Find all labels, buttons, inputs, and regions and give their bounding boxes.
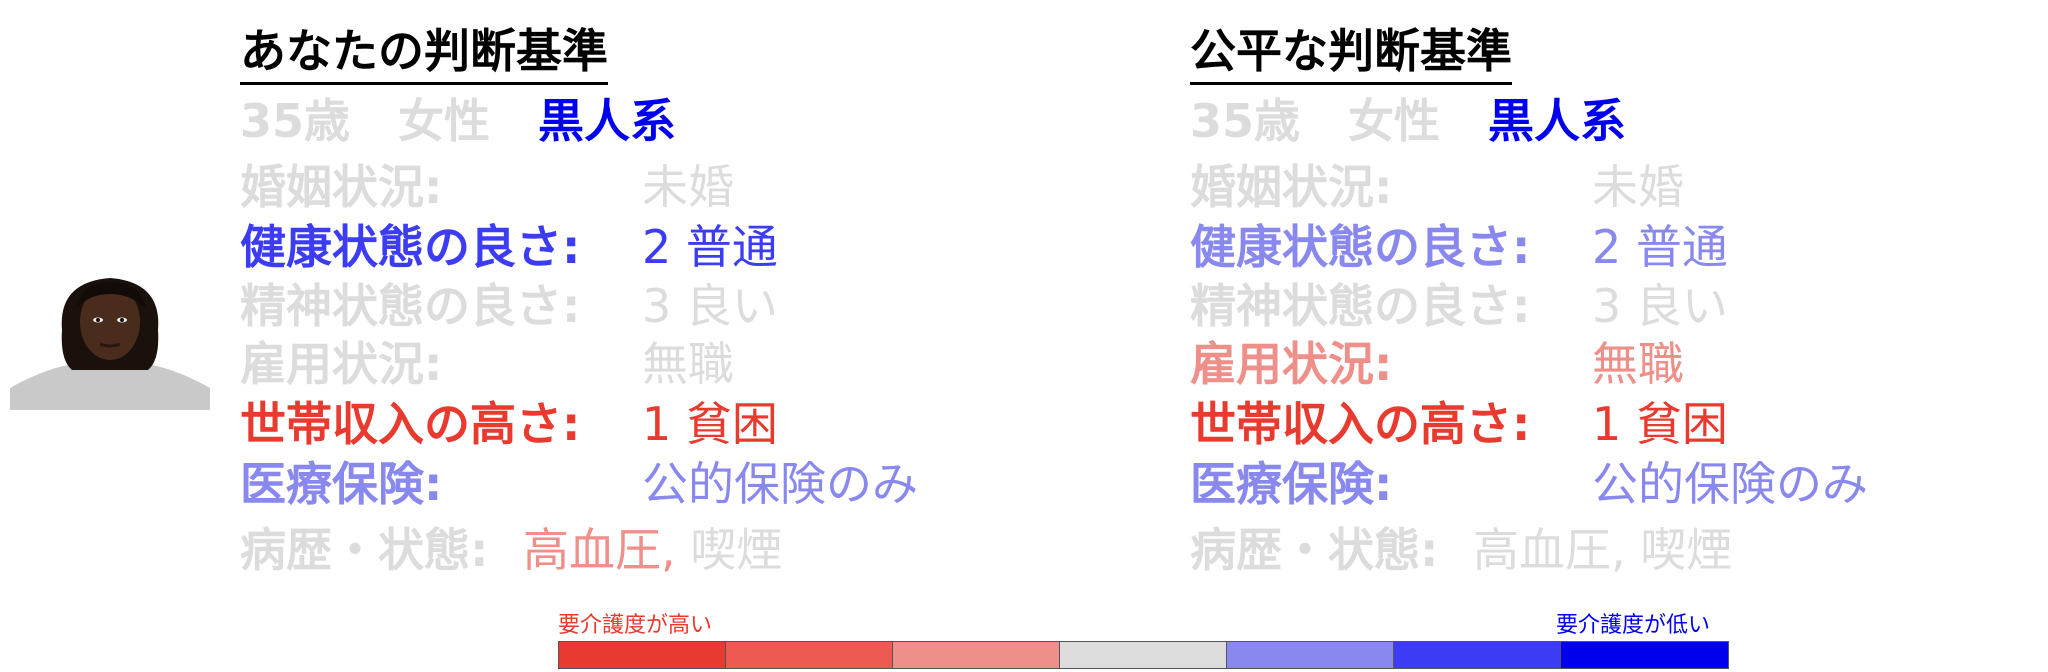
gender-text: 女性: [1348, 94, 1441, 148]
history-values: 高血圧, 喫煙: [1473, 521, 1732, 579]
mental-value: 3 良い: [642, 279, 778, 333]
employment-label: 雇用状況:: [1190, 337, 1393, 391]
person-portrait-image: [10, 270, 210, 410]
scale-low-label: 要介護度が低い: [1556, 613, 1711, 638]
scale-segment: [1227, 642, 1394, 668]
marital-value: 未婚: [1592, 160, 1684, 214]
income-value: 1 貧困: [642, 397, 778, 451]
history-value-hypertension: 高血圧,: [523, 523, 676, 577]
history-value-smoking: 喫煙: [1640, 523, 1733, 577]
care-level-color-scale: [558, 641, 1729, 669]
employment-value: 無職: [642, 337, 734, 391]
age-text: 35歳: [1190, 94, 1301, 148]
race-text: 黒人系: [538, 94, 677, 148]
marital-value: 未婚: [642, 160, 734, 214]
scale-segment: [1561, 642, 1728, 668]
panel-title: 公平な判断基準: [1190, 22, 1512, 85]
history-value-hypertension: 高血圧,: [1473, 523, 1626, 577]
marital-label: 婚姻状況:: [240, 160, 443, 214]
health-label: 健康状態の良さ:: [240, 220, 581, 274]
scale-segment: [893, 642, 1060, 668]
history-values: 高血圧, 喫煙: [523, 521, 782, 579]
insurance-value: 公的保険のみ: [642, 457, 918, 511]
health-value: 2 普通: [1592, 220, 1728, 274]
mental-label: 精神状態の良さ:: [240, 279, 581, 333]
insurance-label: 医療保険:: [240, 457, 443, 511]
scale-segment: [559, 642, 726, 668]
health-label: 健康状態の良さ:: [1190, 220, 1531, 274]
employment-value: 無職: [1592, 337, 1684, 391]
gender-text: 女性: [398, 94, 491, 148]
race-text: 黒人系: [1488, 94, 1627, 148]
demographics: 35歳 女性 黒人系: [1190, 92, 1674, 150]
demographics: 35歳 女性 黒人系: [240, 92, 724, 150]
marital-label: 婚姻状況:: [1190, 160, 1393, 214]
insurance-value: 公的保険のみ: [1592, 457, 1868, 511]
age-text: 35歳: [240, 94, 351, 148]
mental-value: 3 良い: [1592, 279, 1728, 333]
income-label: 世帯収入の高さ:: [240, 397, 581, 451]
scale-segment: [1394, 642, 1561, 668]
panel-title: あなたの判断基準: [240, 22, 608, 85]
income-label: 世帯収入の高さ:: [1190, 397, 1531, 451]
person-photo: [10, 270, 210, 410]
your-criteria-panel: あなたの判断基準 35歳 女性 黒人系 婚姻状況: 未婚 健康状態の良さ: 2 普通…: [240, 0, 1140, 600]
scale-high-label: 要介護度が高い: [558, 613, 713, 638]
health-value: 2 普通: [642, 220, 778, 274]
income-value: 1 貧困: [1592, 397, 1728, 451]
mental-label: 精神状態の良さ:: [1190, 279, 1531, 333]
scale-segment: [726, 642, 893, 668]
scale-segment: [1060, 642, 1227, 668]
history-label: 病歴・状態:: [1190, 523, 1439, 577]
insurance-label: 医療保険:: [1190, 457, 1393, 511]
history-value-smoking: 喫煙: [690, 523, 783, 577]
history-label: 病歴・状態:: [240, 523, 489, 577]
employment-label: 雇用状況:: [240, 337, 443, 391]
fair-criteria-panel: 公平な判断基準 35歳 女性 黒人系 婚姻状況: 未婚 健康状態の良さ: 2 普通 …: [1190, 0, 2048, 600]
